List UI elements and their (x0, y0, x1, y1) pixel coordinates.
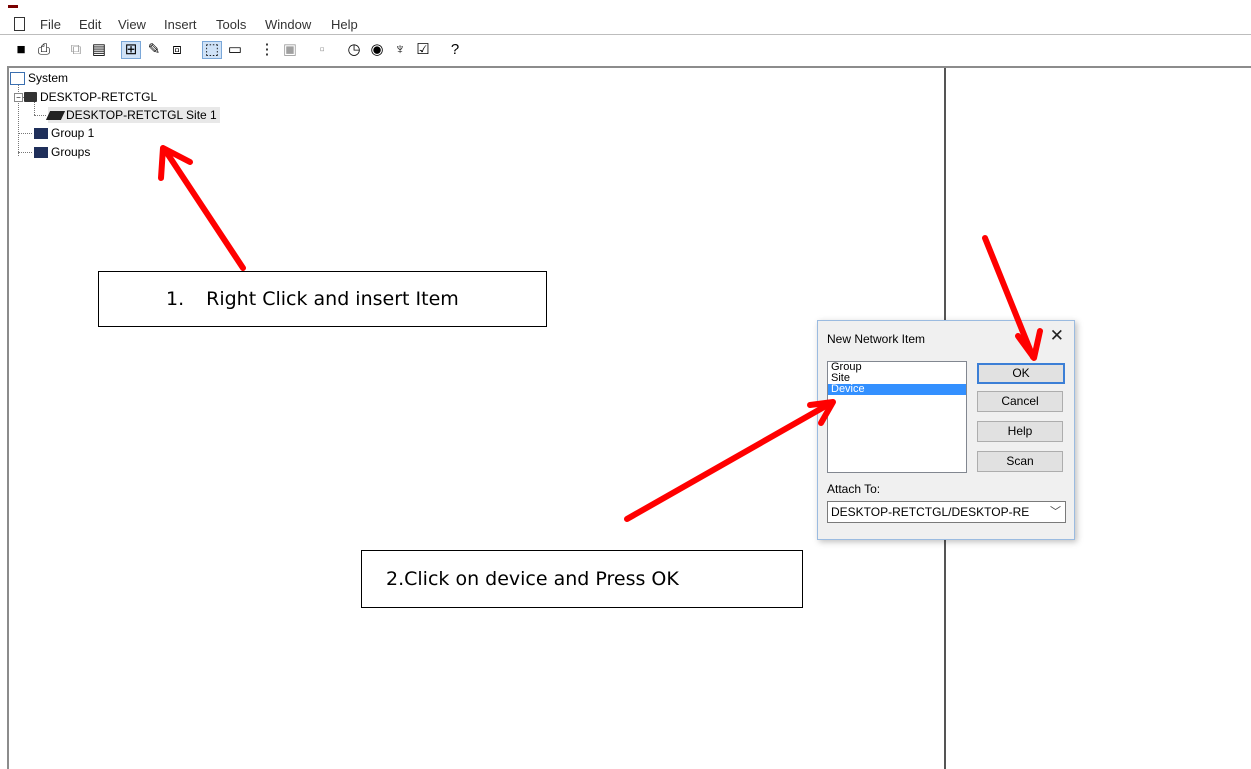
arrow-to-site (162, 147, 246, 271)
arrow-to-device (624, 400, 834, 522)
annotation-arrows (158, 145, 1043, 522)
arrow-to-ok (982, 235, 1036, 360)
